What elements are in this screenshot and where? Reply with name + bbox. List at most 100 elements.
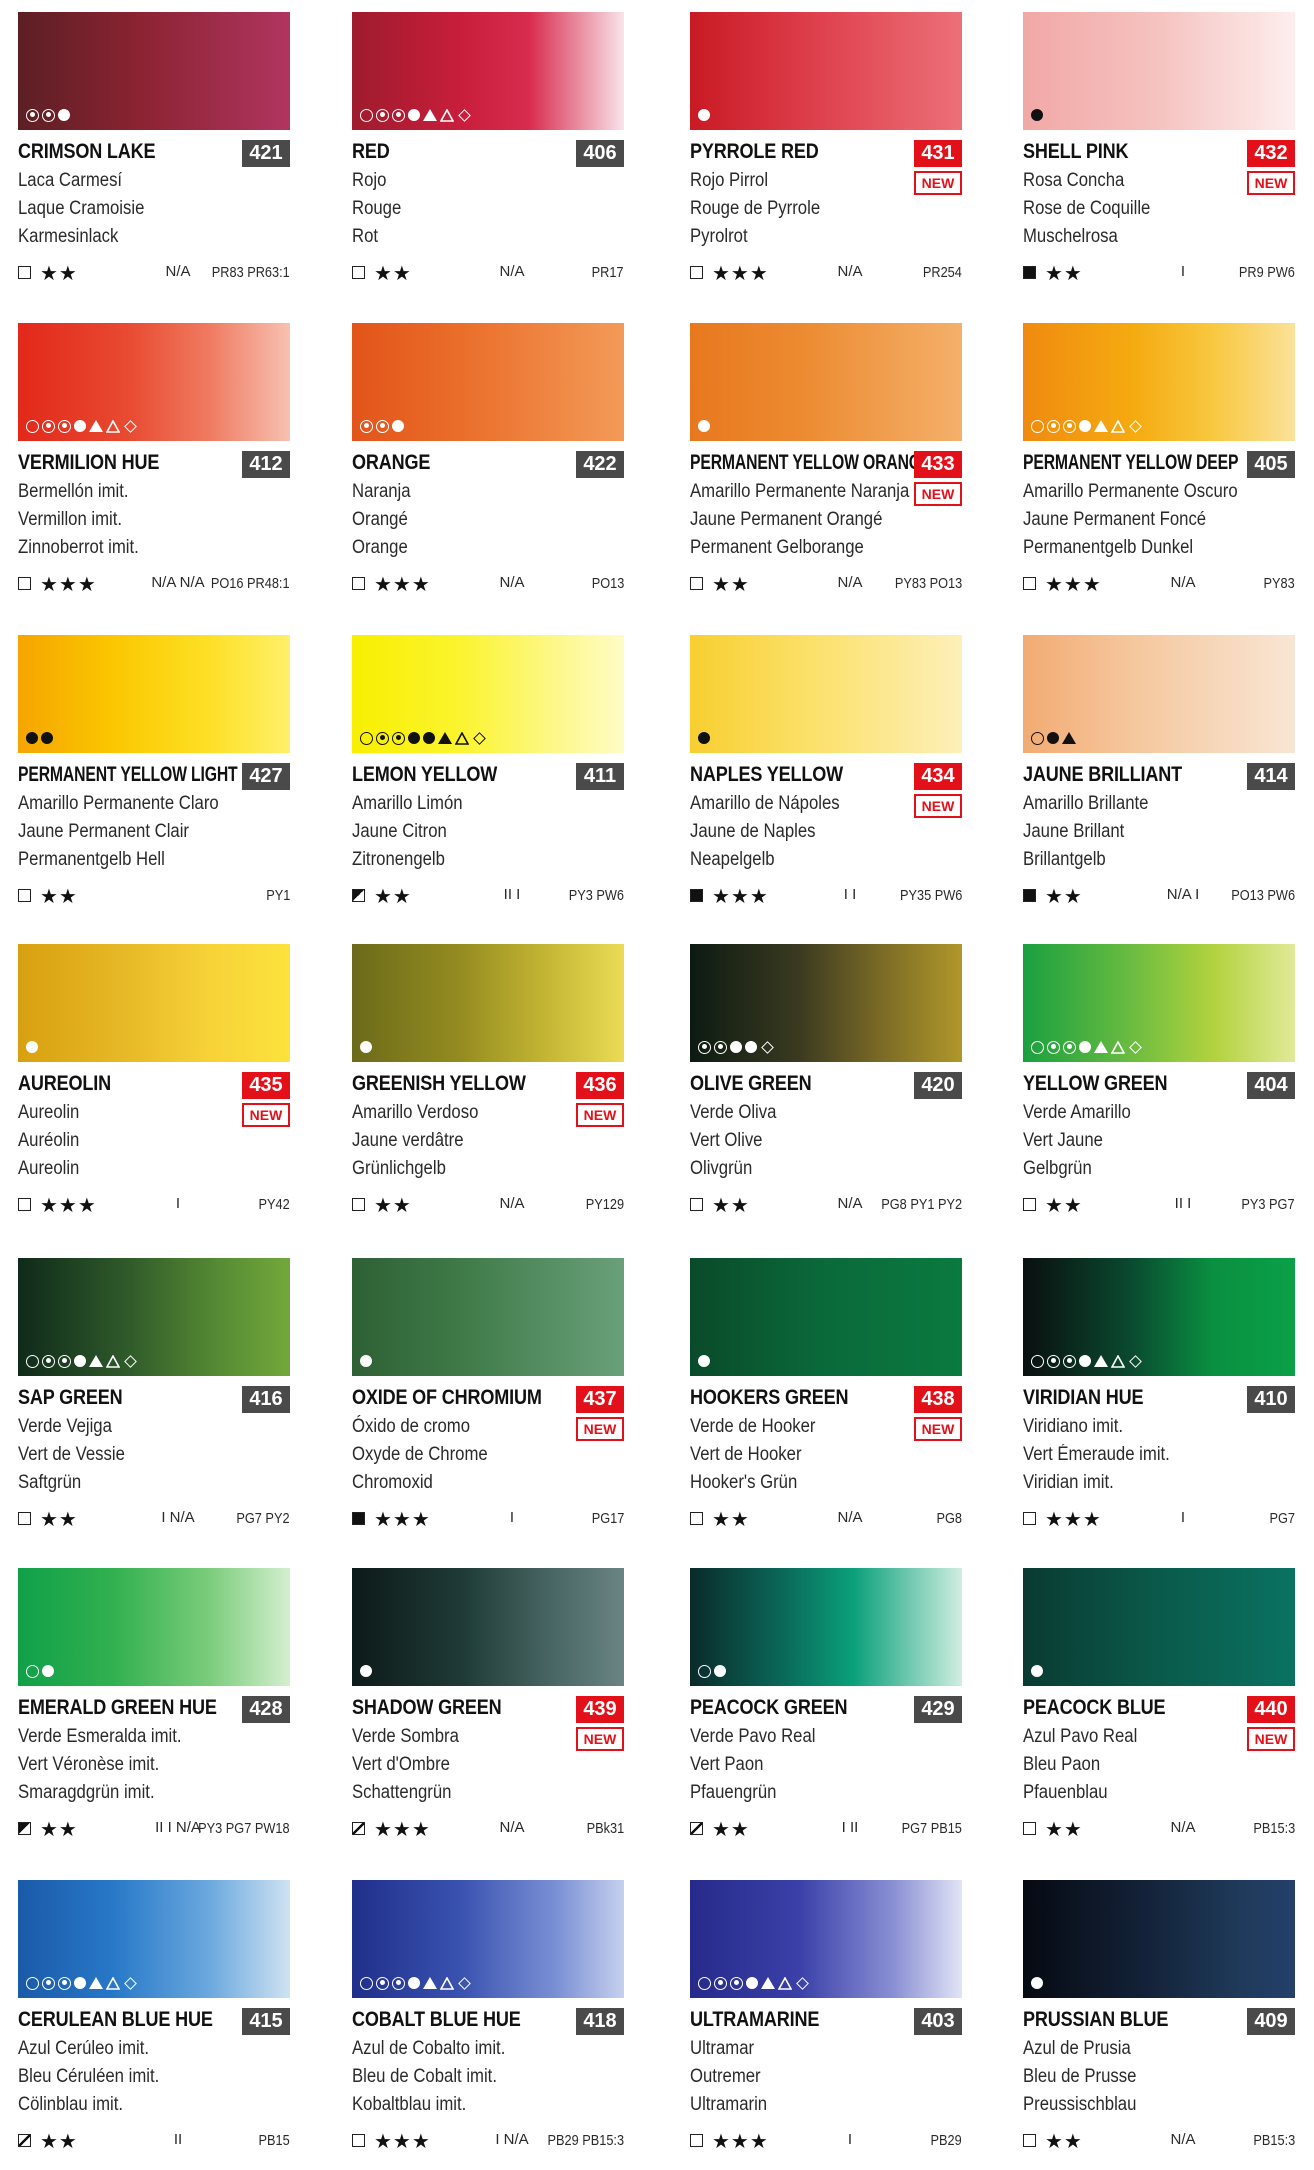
color-card[interactable]: YELLOW GREEN 404 Verde Amarillo Vert Jaune G… — [1023, 944, 1295, 1234]
color-swatch[interactable] — [18, 1258, 290, 1376]
symbol-triangle-icon — [1062, 732, 1076, 744]
color-code-badge: 422 — [576, 451, 624, 478]
color-name: OXIDE OF CHROMIUM — [352, 1386, 542, 1409]
color-swatch[interactable] — [352, 1880, 624, 1998]
color-card[interactable]: JAUNE BRILLIANT 414 Amarillo Brillante Jaun… — [1023, 635, 1295, 925]
color-code-badge: 416 — [242, 1386, 290, 1413]
color-swatch[interactable] — [18, 1880, 290, 1998]
opacity-square-icon — [690, 1512, 703, 1525]
color-swatch[interactable] — [690, 12, 962, 130]
color-card[interactable]: EMERALD GREEN HUE 428 Verde Esmeralda imit… — [18, 1568, 290, 1858]
lightfastness-stars: ★★ — [374, 886, 412, 908]
color-card[interactable]: COBALT BLUE HUE 418 Azul de Cobalto imit. B… — [352, 1880, 624, 2170]
color-card[interactable]: PERMANENT YELLOW ORANGE 433 NEW Amarillo Pe… — [690, 323, 962, 613]
color-name: SAP GREEN — [18, 1386, 123, 1409]
new-badge: NEW — [914, 794, 962, 818]
color-swatch[interactable] — [1023, 323, 1295, 441]
color-card[interactable]: AUREOLIN 435 NEW Aureolin Auréolin Aureolin ★★… — [18, 944, 290, 1234]
permanence-rating: N/A — [1170, 1819, 1196, 1836]
color-swatch[interactable] — [690, 1258, 962, 1376]
color-swatch[interactable] — [18, 323, 290, 441]
color-swatch[interactable] — [18, 635, 290, 753]
lightfastness-stars: ★★★ — [1045, 574, 1102, 596]
color-card[interactable]: ORANGE 422 Naranja Orangé Orange ★★★ N/A PO13 — [352, 323, 624, 613]
new-badge: NEW — [914, 1417, 962, 1441]
color-swatch[interactable] — [352, 1568, 624, 1686]
color-code-badge: 418 — [576, 2008, 624, 2035]
color-swatch[interactable] — [1023, 1880, 1295, 1998]
translation-fr: Auréolin — [18, 1130, 80, 1151]
translation-de: Karmesinlack — [18, 226, 119, 247]
symbol-triangle-icon — [1094, 1041, 1108, 1053]
color-card[interactable]: OXIDE OF CHROMIUM 437 NEW Óxido de cromo Oxy… — [352, 1258, 624, 1548]
pigment-codes: PG7 PB15 — [901, 1820, 962, 1837]
permanence-rating: II I — [503, 886, 521, 903]
color-swatch[interactable] — [1023, 12, 1295, 130]
color-swatch[interactable] — [18, 1568, 290, 1686]
color-swatch[interactable] — [690, 1880, 962, 1998]
color-card[interactable]: OLIVE GREEN 420 Verde Oliva Vert Olive Olivg… — [690, 944, 962, 1234]
color-card[interactable]: SAP GREEN 416 Verde Vejiga Vert de Vessie Sa… — [18, 1258, 290, 1548]
color-swatch[interactable] — [690, 635, 962, 753]
color-card[interactable]: HOOKERS GREEN 438 NEW Verde de Hooker Vert d… — [690, 1258, 962, 1548]
color-card[interactable]: PERMANENT YELLOW LIGHT 427 Amarillo Perman… — [18, 635, 290, 925]
color-swatch[interactable] — [352, 1258, 624, 1376]
color-card[interactable]: LEMON YELLOW 411 Amarillo Limón Jaune Citro… — [352, 635, 624, 925]
translation-de: Aureolin — [18, 1158, 80, 1179]
symbol-bullseye-icon — [58, 1976, 71, 1990]
color-swatch[interactable] — [690, 944, 962, 1062]
color-card[interactable]: VIRIDIAN HUE 410 Viridiano imit. Vert Émera… — [1023, 1258, 1295, 1548]
color-card[interactable]: ULTRAMARINE 403 Ultramar Outremer Ultramarin… — [690, 1880, 962, 2170]
opacity-square-icon — [690, 1822, 703, 1835]
color-card[interactable]: SHADOW GREEN 439 NEW Verde Sombra Vert d'Omb… — [352, 1568, 624, 1858]
color-card[interactable]: PRUSSIAN BLUE 409 Azul de Prusia Bleu de Pr… — [1023, 1880, 1295, 2170]
translation-de: Neapelgelb — [690, 849, 775, 870]
color-card[interactable]: NAPLES YELLOW 434 NEW Amarillo de Nápoles Ja… — [690, 635, 962, 925]
color-swatch[interactable] — [18, 12, 290, 130]
color-card[interactable]: PEACOCK BLUE 440 NEW Azul Pavo Real Bleu Pao… — [1023, 1568, 1295, 1858]
permanence-rating: N/A — [1170, 2131, 1196, 2148]
property-symbols — [26, 1663, 54, 1679]
symbol-bullseye-icon — [376, 1976, 389, 1990]
opacity-square-icon — [18, 1198, 31, 1211]
translation-es: Verde Amarillo — [1023, 1102, 1131, 1123]
lightfastness-stars: ★★★ — [374, 2131, 431, 2153]
symbol-diamond-icon — [796, 1976, 809, 1990]
color-swatch[interactable] — [690, 323, 962, 441]
pigment-codes: PY3 PG7 PW18 — [198, 1820, 290, 1837]
permanence-rating: N/A N/A — [151, 574, 205, 591]
color-swatch[interactable] — [352, 323, 624, 441]
pigment-codes: PY1 — [265, 887, 290, 904]
symbol-bullseye-icon — [58, 1354, 71, 1368]
color-swatch[interactable] — [352, 944, 624, 1062]
color-card[interactable]: SHELL PINK 432 NEW Rosa Concha Rose de Coqui… — [1023, 12, 1295, 302]
color-name: CERULEAN BLUE HUE — [18, 2008, 213, 2031]
permanence-rating: I I — [843, 886, 857, 903]
color-card[interactable]: GREENISH YELLOW 436 NEW Amarillo Verdoso Jau… — [352, 944, 624, 1234]
color-card[interactable]: VERMILION HUE 412 Bermellón imit. Vermillon… — [18, 323, 290, 613]
color-swatch[interactable] — [1023, 635, 1295, 753]
translation-es: Verde Vejiga — [18, 1416, 112, 1437]
symbol-diamond-icon — [458, 108, 471, 122]
color-swatch[interactable] — [1023, 944, 1295, 1062]
color-swatch[interactable] — [352, 635, 624, 753]
color-name: ORANGE — [352, 451, 431, 474]
color-swatch[interactable] — [1023, 1258, 1295, 1376]
color-code-badge: 415 — [242, 2008, 290, 2035]
color-swatch[interactable] — [1023, 1568, 1295, 1686]
color-card[interactable]: PYRROLE RED 431 NEW Rojo Pirrol Rouge de Pyr… — [690, 12, 962, 302]
pigment-codes: PB29 PB15:3 — [547, 2132, 624, 2149]
color-card[interactable]: PEACOCK GREEN 429 Verde Pavo Real Vert Paon… — [690, 1568, 962, 1858]
symbol-triangle-icon — [423, 109, 437, 121]
symbol-triangle-outline-icon — [1111, 419, 1125, 433]
color-card[interactable]: CRIMSON LAKE 421 Laca Carmesí Laque Cramois… — [18, 12, 290, 302]
color-swatch[interactable] — [690, 1568, 962, 1686]
color-card[interactable]: RED 406 Rojo Rouge Rot ★★ N/A PR17 — [352, 12, 624, 302]
color-swatch[interactable] — [18, 944, 290, 1062]
symbol-triangle-icon — [89, 1977, 103, 1989]
color-card[interactable]: PERMANENT YELLOW DEEP 405 Amarillo Permane… — [1023, 323, 1295, 613]
color-card[interactable]: CERULEAN BLUE HUE 415 Azul Cerúleo imit. Bl… — [18, 1880, 290, 2170]
new-badge: NEW — [1247, 1727, 1295, 1751]
symbol-dot-icon — [392, 420, 404, 432]
color-swatch[interactable] — [352, 12, 624, 130]
